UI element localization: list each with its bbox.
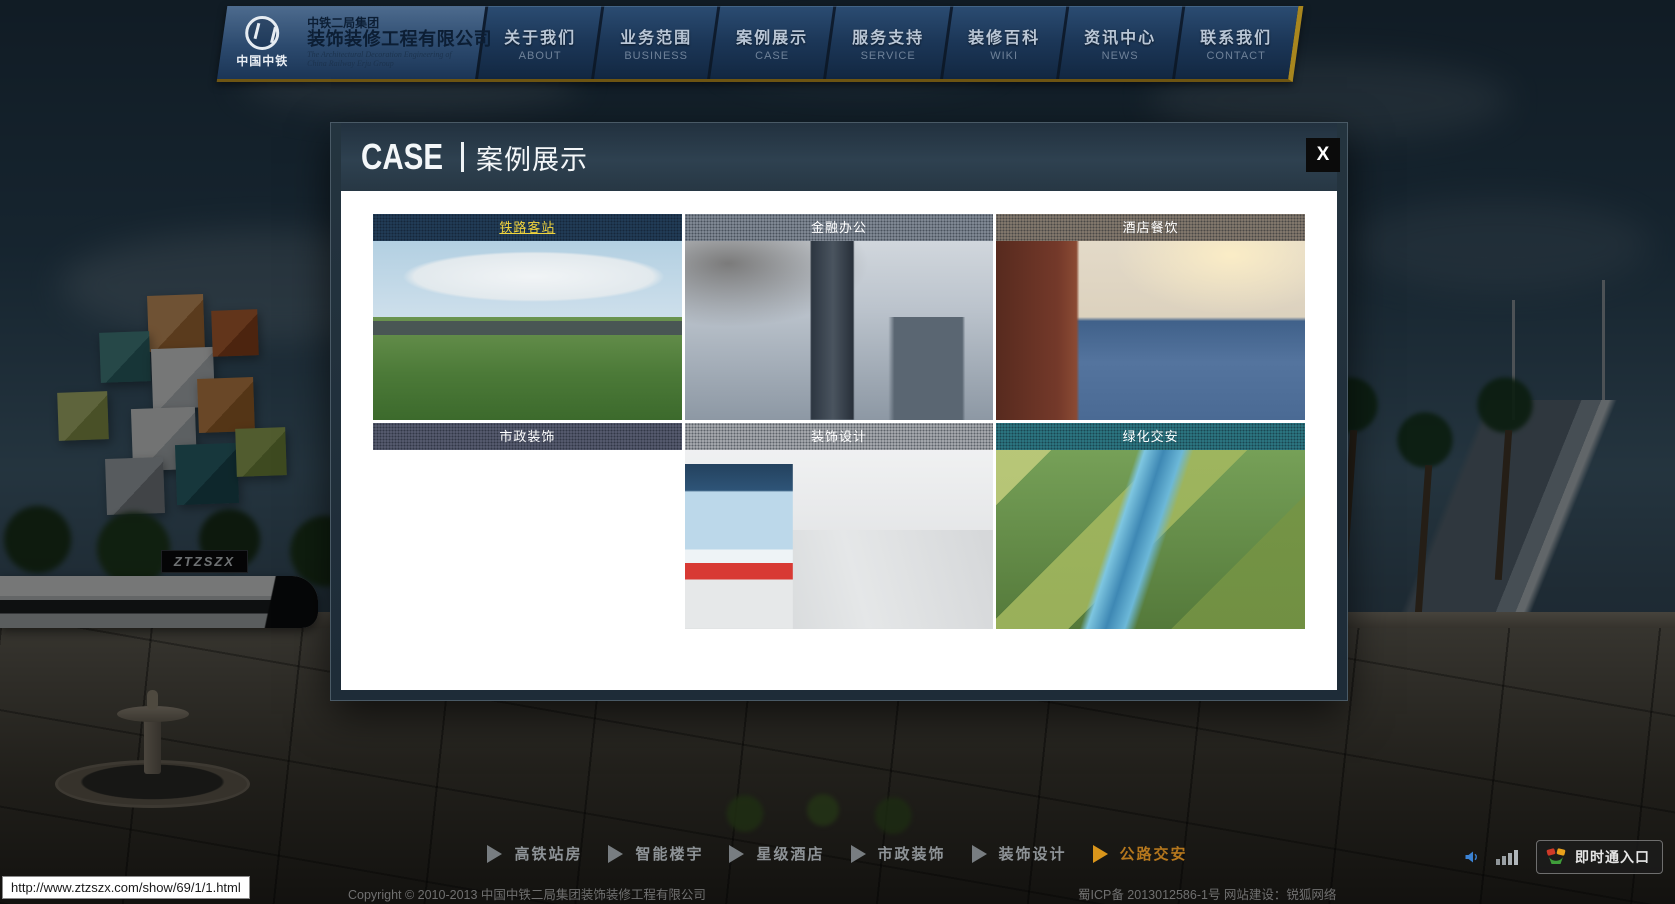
case-image-municipal-decoration	[373, 423, 682, 629]
main-nav: 关于我们ABOUT 业务范围BUSINESS 案例展示CASE 服务支持SERV…	[475, 6, 1298, 79]
case-tile-railway-station[interactable]: 铁路客站	[373, 214, 682, 420]
case-modal: CASE 案例展示 X 铁路客站 金融办公 酒店餐饮	[331, 123, 1347, 700]
messenger-logo-icon	[1545, 846, 1567, 868]
nav-item-business[interactable]: 业务范围BUSINESS	[594, 6, 717, 79]
page: ZTZSZX 中国中铁 中铁二局集团 装饰装修工程有限公司 The Archit…	[0, 0, 1675, 904]
modal-title-separator	[461, 142, 464, 172]
arrow-icon	[851, 845, 866, 863]
arrow-icon	[729, 845, 744, 863]
nav-item-about[interactable]: 关于我们ABOUT	[478, 6, 601, 79]
case-modal-body: 铁路客站 金融办公 酒店餐饮 市政装饰 装饰设计	[341, 191, 1337, 690]
nav-item-case[interactable]: 案例展示CASE	[710, 6, 833, 79]
case-tile-municipal-decoration[interactable]: 市政装饰	[373, 423, 682, 629]
china-railway-emblem-icon	[245, 16, 279, 50]
sound-icon[interactable]	[1464, 849, 1480, 865]
case-tile-caption: 金融办公	[685, 214, 994, 241]
company-name-english-1: The Architectural Decoration Engineering…	[307, 50, 492, 59]
company-name: 装饰装修工程有限公司	[307, 30, 492, 50]
company-logo[interactable]: 中国中铁 中铁二局集团 装饰装修工程有限公司 The Architectural…	[217, 6, 485, 79]
bottom-nav-item-hotels[interactable]: 星级酒店	[729, 843, 824, 864]
instant-messenger-label: 即时通入口	[1575, 847, 1650, 867]
case-image-financial-office	[685, 214, 994, 420]
header-band: 中国中铁 中铁二局集团 装饰装修工程有限公司 The Architectural…	[217, 6, 1304, 82]
brand-name: 中国中铁	[236, 52, 288, 69]
bottom-nav-item-road-safety[interactable]: 公路交安	[1093, 843, 1188, 864]
bottom-nav-item-design[interactable]: 装饰设计	[972, 843, 1067, 864]
arrow-icon	[1093, 845, 1108, 863]
case-grid: 铁路客站 金融办公 酒店餐饮 市政装饰 装饰设计	[373, 191, 1305, 629]
case-tile-caption: 酒店餐饮	[996, 214, 1305, 241]
case-modal-header: CASE 案例展示 X	[341, 123, 1337, 191]
case-image-decoration-design	[685, 423, 994, 629]
case-image-greening-traffic-safety	[996, 423, 1305, 629]
bottom-nav: 高铁站房 智能楼宇 星级酒店 市政装饰 装饰设计 公路交安	[0, 843, 1675, 864]
nav-item-wiki[interactable]: 装修百科WIKI	[943, 6, 1066, 79]
case-tile-caption: 市政装饰	[373, 423, 682, 450]
modal-title-zh: 案例展示	[476, 138, 588, 177]
modal-title-en: CASE	[361, 136, 443, 178]
arrow-icon	[608, 845, 623, 863]
case-tile-caption: 装饰设计	[685, 423, 994, 450]
case-image-railway-station	[373, 214, 682, 420]
case-image-hotel-dining	[996, 214, 1305, 420]
company-name-english-2: China Railway Erju Group	[307, 59, 492, 68]
case-tile-hotel-dining[interactable]: 酒店餐饮	[996, 214, 1305, 420]
close-button[interactable]: X	[1306, 138, 1340, 172]
footer-copyright: Copyright © 2010-2013 中国中铁二局集团装饰装修工程有限公司	[348, 884, 706, 903]
instant-messenger-button[interactable]: 即时通入口	[1536, 840, 1663, 874]
case-tile-decoration-design[interactable]: 装饰设计	[685, 423, 994, 629]
stats-bars-icon[interactable]	[1496, 850, 1520, 865]
quick-access-bar: 即时通入口	[1464, 840, 1663, 874]
company-name-block: 中铁二局集团 装饰装修工程有限公司 The Architectural Deco…	[307, 17, 492, 68]
logo-emblem-block: 中国中铁	[236, 16, 288, 69]
arrow-icon	[972, 845, 987, 863]
site-header: 中国中铁 中铁二局集团 装饰装修工程有限公司 The Architectural…	[222, 6, 1298, 82]
case-tile-financial-office[interactable]: 金融办公	[685, 214, 994, 420]
case-tile-caption: 铁路客站	[373, 214, 682, 241]
case-tile-caption: 绿化交安	[996, 423, 1305, 450]
bottom-nav-item-smart-buildings[interactable]: 智能楼宇	[608, 843, 703, 864]
nav-item-service[interactable]: 服务支持SERVICE	[827, 6, 950, 79]
arrow-icon	[487, 845, 502, 863]
nav-item-contact[interactable]: 联系我们CONTACT	[1175, 6, 1298, 79]
nav-item-news[interactable]: 资讯中心NEWS	[1059, 6, 1182, 79]
status-bar-url: http://www.ztzszx.com/show/69/1/1.html	[2, 876, 250, 899]
footer-icp: 蜀ICP备 2013012586-1号 网站建设：锐狐网络	[1078, 884, 1336, 903]
bottom-nav-item-rail-stations[interactable]: 高铁站房	[487, 843, 582, 864]
bottom-nav-item-municipal[interactable]: 市政装饰	[851, 843, 946, 864]
case-tile-greening-traffic-safety[interactable]: 绿化交安	[996, 423, 1305, 629]
